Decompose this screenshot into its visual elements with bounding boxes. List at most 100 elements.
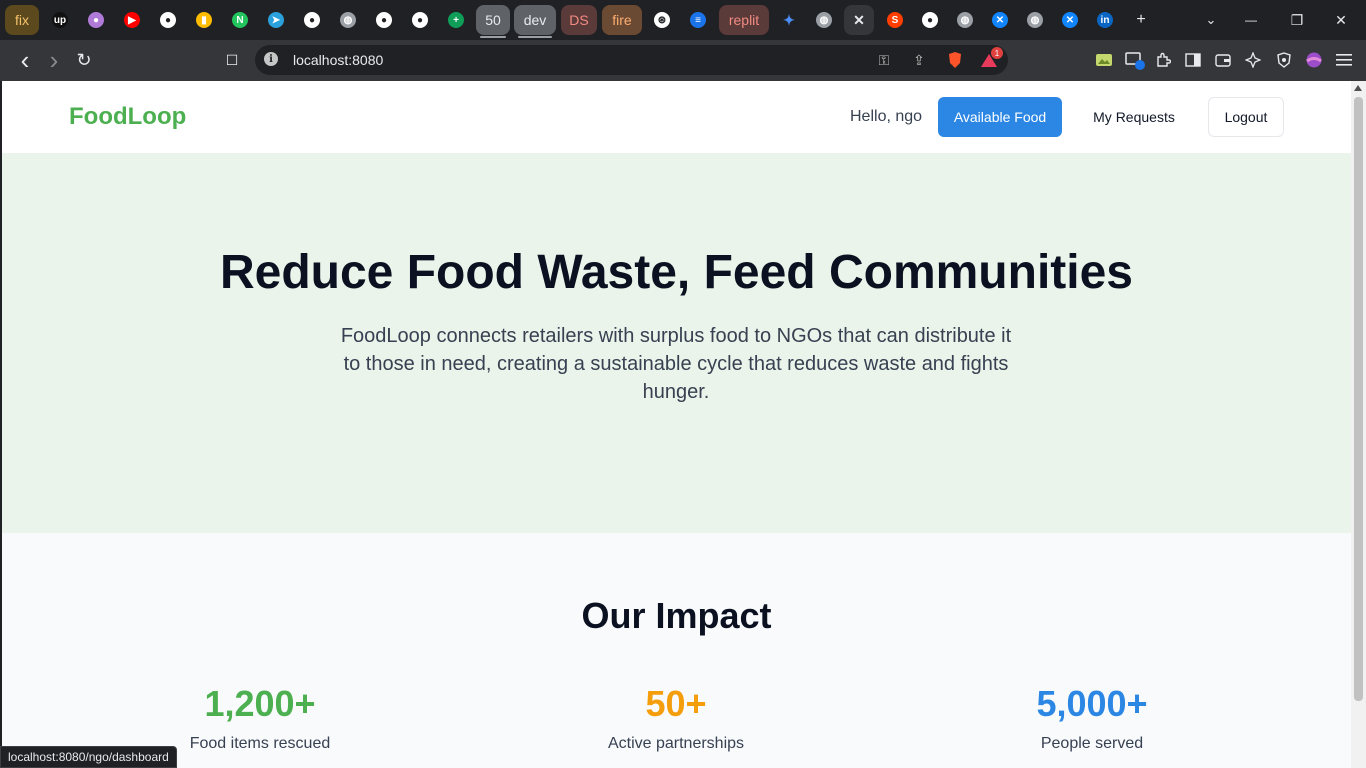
tab-github-5[interactable]: ● <box>915 5 945 35</box>
tab-github-4[interactable]: ● <box>405 5 435 35</box>
close-window-button[interactable]: ✕ <box>1328 8 1354 32</box>
github-3-icon: ● <box>376 12 392 28</box>
reload-button[interactable]: ↻ <box>71 48 97 72</box>
linkedin-icon: in <box>1097 12 1113 28</box>
tab-n[interactable]: N <box>225 5 255 35</box>
tab-github-2[interactable]: ● <box>297 5 327 35</box>
tab-globe-4[interactable]: ◍ <box>1020 5 1050 35</box>
tab-svelte[interactable]: S <box>880 5 910 35</box>
tab-ds[interactable]: DS <box>561 5 597 35</box>
tab-upwork[interactable]: up <box>45 5 75 35</box>
gemini-icon: ✦ <box>783 11 795 28</box>
tab-fire[interactable]: fire <box>602 5 642 35</box>
tab-youtube[interactable]: ▶ <box>117 5 147 35</box>
tab-bluesky-1[interactable]: ✕ <box>985 5 1015 35</box>
hero-title: Reduce Food Waste, Feed Communities <box>219 246 1133 299</box>
back-button[interactable]: ‹ <box>12 45 38 75</box>
profile-avatar-icon[interactable] <box>1304 50 1324 70</box>
brave-rewards-icon[interactable]: 1 <box>979 47 1003 69</box>
github-5-icon: ● <box>922 12 938 28</box>
tab-forms[interactable]: ≡ <box>683 5 713 35</box>
brave-shield-icon[interactable] <box>945 51 965 69</box>
rewards-badge: 1 <box>991 47 1003 59</box>
address-bar[interactable]: i localhost:8080 ⚿ ⇪ 1 <box>255 45 1008 75</box>
forms-icon: ≡ <box>690 12 706 28</box>
impact-title: Our Impact <box>581 595 772 636</box>
tab-dev[interactable]: dev <box>514 5 556 38</box>
stat-label: People served <box>1040 735 1144 752</box>
bluesky-1-icon: ✕ <box>992 12 1008 28</box>
github-4-icon: ● <box>412 12 428 28</box>
hero-subtitle: FoodLoop connects retailers with surplus… <box>340 325 1012 403</box>
page-scrollbar[interactable] <box>1351 81 1366 768</box>
scroll-up-arrow-icon[interactable] <box>1354 85 1362 91</box>
tab-globe-2[interactable]: ◍ <box>809 5 839 35</box>
avatar-icon: ● <box>88 12 104 28</box>
my-requests-button[interactable]: My Requests <box>1078 97 1190 137</box>
tab-github-1[interactable]: ● <box>153 5 183 35</box>
tab-globe-1[interactable]: ◍ <box>333 5 363 35</box>
status-bar-url: localhost:8080/ngo/dashboard <box>0 746 177 768</box>
logout-button[interactable]: Logout <box>1208 97 1284 137</box>
key-icon[interactable]: ⚿ <box>874 51 894 69</box>
page-viewport: FoodLoop Hello, ngo Available Food My Re… <box>2 81 1351 768</box>
site-logo[interactable]: FoodLoop <box>69 103 186 131</box>
svelte-icon: S <box>887 12 903 28</box>
tab-globe-3[interactable]: ◍ <box>950 5 980 35</box>
tab-active-close[interactable]: ✕ <box>844 5 874 35</box>
extension-image-icon[interactable] <box>1094 50 1114 70</box>
wallet-icon[interactable] <box>1213 50 1233 70</box>
tab-telegram[interactable]: ➤ <box>261 5 291 35</box>
telegram-icon: ➤ <box>268 12 284 28</box>
youtube-icon: ▶ <box>124 12 140 28</box>
bluesky-2-icon: ✕ <box>1062 12 1078 28</box>
tab-bluesky-2[interactable]: ✕ <box>1055 5 1085 35</box>
globe-3-icon: ◍ <box>957 12 973 28</box>
tab-keep[interactable]: ▮ <box>189 5 219 35</box>
available-food-button[interactable]: Available Food <box>938 97 1062 137</box>
tab-sheets[interactable]: + <box>441 5 471 35</box>
tab-chatgpt[interactable]: ⊛ <box>647 5 677 35</box>
sidebar-icon[interactable] <box>1183 50 1203 70</box>
minimize-button[interactable]: — <box>1238 8 1264 32</box>
share-icon[interactable]: ⇪ <box>909 51 929 69</box>
url-text[interactable]: localhost:8080 <box>293 52 383 68</box>
stat-food-rescued: 1,200+ Food items rescued <box>110 683 410 753</box>
sheets-icon: + <box>448 12 464 28</box>
chatgpt-icon: ⊛ <box>654 12 670 28</box>
active-close-icon: ✕ <box>853 11 865 28</box>
tab-replit[interactable]: replit <box>719 5 769 35</box>
globe-4-icon: ◍ <box>1027 12 1043 28</box>
bookmark-icon[interactable]: ☐ <box>219 48 245 72</box>
tab-fix[interactable]: fix <box>5 5 39 35</box>
github-1-icon: ● <box>160 12 176 28</box>
tab-linkedin[interactable]: in <box>1090 5 1120 35</box>
forward-button[interactable]: › <box>41 45 67 75</box>
vpn-shield-icon[interactable] <box>1274 50 1294 70</box>
new-tab-button[interactable]: + <box>1128 8 1154 32</box>
upwork-icon: up <box>52 12 68 28</box>
tab-search-button[interactable]: ⌄ <box>1198 8 1224 32</box>
globe-1-icon: ◍ <box>340 12 356 28</box>
stat-value: 50+ <box>645 683 707 724</box>
keep-icon: ▮ <box>196 12 212 28</box>
leo-ai-icon[interactable] <box>1243 50 1263 70</box>
stat-value: 5,000+ <box>1036 683 1148 724</box>
tab-avatar[interactable]: ● <box>81 5 111 35</box>
restore-button[interactable]: ❐ <box>1284 8 1310 32</box>
stat-people-served: 5,000+ People served <box>942 683 1242 753</box>
menu-icon[interactable] <box>1334 50 1354 70</box>
extension-window-icon[interactable] <box>1125 50 1145 70</box>
tab-gemini[interactable]: ✦ <box>774 5 804 35</box>
browser-toolbar: ‹ › ↻ ☐ i localhost:8080 ⚿ ⇪ 1 <box>0 40 1366 81</box>
site-navbar: FoodLoop Hello, ngo Available Food My Re… <box>2 81 1351 153</box>
site-info-icon[interactable]: i <box>264 52 278 66</box>
tab-github-3[interactable]: ● <box>369 5 399 35</box>
tab-50[interactable]: 50 <box>476 5 510 38</box>
stat-partnerships: 50+ Active partnerships <box>526 683 826 753</box>
stat-label: Active partnerships <box>607 735 745 752</box>
user-greeting: Hello, ngo <box>850 108 923 125</box>
n-icon: N <box>232 12 248 28</box>
scrollbar-thumb[interactable] <box>1354 97 1363 701</box>
extensions-puzzle-icon[interactable] <box>1153 50 1173 70</box>
